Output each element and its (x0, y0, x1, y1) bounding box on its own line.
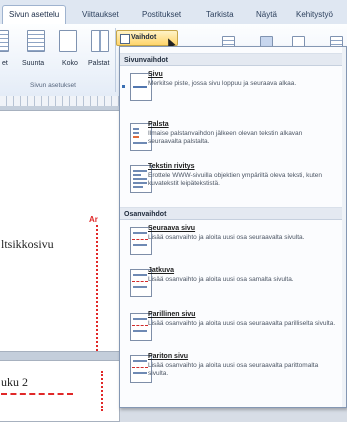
tab-mailings[interactable]: Postitukset (142, 6, 181, 24)
tab-page-layout[interactable]: Sivun asettelu (2, 5, 67, 24)
menu-item-title: Pariton sivu (148, 353, 189, 360)
menu-item-title: Seuraava sivu (148, 225, 196, 232)
menu-item-desc: Lisää osanvaihto ja aloita uusi osa seur… (148, 362, 319, 377)
menu-scrollbar[interactable] (342, 47, 346, 407)
ribbon-tab-bar: Sivun asettelu Viittaukset Postitukset T… (0, 0, 347, 25)
document-page-1[interactable]: ltsikkosivu Ar (0, 110, 120, 352)
document-area[interactable]: ltsikkosivu Ar uku 2 (0, 106, 125, 422)
breaks-menu: Sivunvaihdot Sivu Merkitse piste, jossa … (119, 46, 347, 408)
tab-review[interactable]: Tarkista (206, 6, 234, 24)
page-setup-group-label: Sivun asetukset (30, 82, 76, 89)
menu-item-text-wrapping[interactable]: Tekstin rivitys Erottele WWW-sivuilla ob… (120, 161, 346, 211)
document-heading-1: ltsikkosivu (1, 237, 54, 251)
section-header-page-breaks: Sivunvaihdot (120, 53, 346, 66)
tab-developer[interactable]: Kehitystyö (296, 6, 333, 24)
margins-label: et (2, 60, 8, 67)
menu-item-page-break[interactable]: Sivu Merkitse piste, jossa sivu loppuu j… (120, 69, 346, 119)
menu-item-desc: Erottele WWW-sivuilla objektien ympärilt… (148, 172, 322, 187)
menu-item-desc: Ilmaise palstanvaihdon jälkeen olevan te… (148, 130, 303, 145)
margins-icon (0, 30, 9, 52)
menu-item-continuous[interactable]: Jatkuva Lisää osanvaihto ja aloita uusi … (120, 265, 346, 315)
menu-item-title: Tekstin rivitys (148, 163, 195, 170)
page-break-line (101, 371, 103, 411)
section-break-line (96, 225, 98, 351)
section-break-mark: Ar (89, 215, 98, 224)
menu-item-desc: Lisää osanvaihto ja aloita uusi osa seur… (148, 320, 336, 327)
section-header-section-breaks: Osanvaihdot (120, 207, 346, 220)
size-icon (59, 30, 77, 52)
tab-view[interactable]: Näytä (256, 6, 277, 24)
breaks-icon (120, 34, 130, 44)
breaks-label: Vaihdot (131, 34, 157, 41)
menu-item-odd-page[interactable]: Pariton sivu Lisää osanvaihto ja aloita … (120, 351, 346, 401)
margins-button[interactable] (0, 30, 14, 52)
menu-item-title: Parillinen sivu (148, 311, 196, 318)
columns-label: Palstat (88, 60, 110, 67)
menu-item-title: Sivu (148, 71, 163, 78)
document-heading-2: uku 2 (1, 375, 28, 389)
menu-item-title: Jatkuva (148, 267, 175, 274)
columns-icon (91, 30, 109, 52)
menu-item-desc: Merkitse piste, jossa sivu loppuu ja seu… (148, 80, 297, 87)
orientation-label: Suunta (22, 60, 45, 67)
size-label: Koko (62, 60, 78, 67)
document-page-2[interactable]: uku 2 (0, 360, 120, 422)
menu-item-title: Palsta (148, 121, 169, 128)
orientation-icon (27, 30, 45, 52)
columns-button[interactable] (86, 30, 114, 52)
selected-bullet (122, 85, 125, 88)
orientation-button[interactable] (22, 30, 50, 52)
menu-item-desc: Lisää osanvaihto ja aloita uusi osa seur… (148, 234, 305, 241)
menu-item-desc: Lisää osanvaihto ja aloita uusi osa sama… (148, 276, 294, 283)
heading-break-dash (1, 393, 73, 395)
tab-references[interactable]: Viittaukset (82, 6, 119, 24)
size-button[interactable] (54, 30, 82, 52)
